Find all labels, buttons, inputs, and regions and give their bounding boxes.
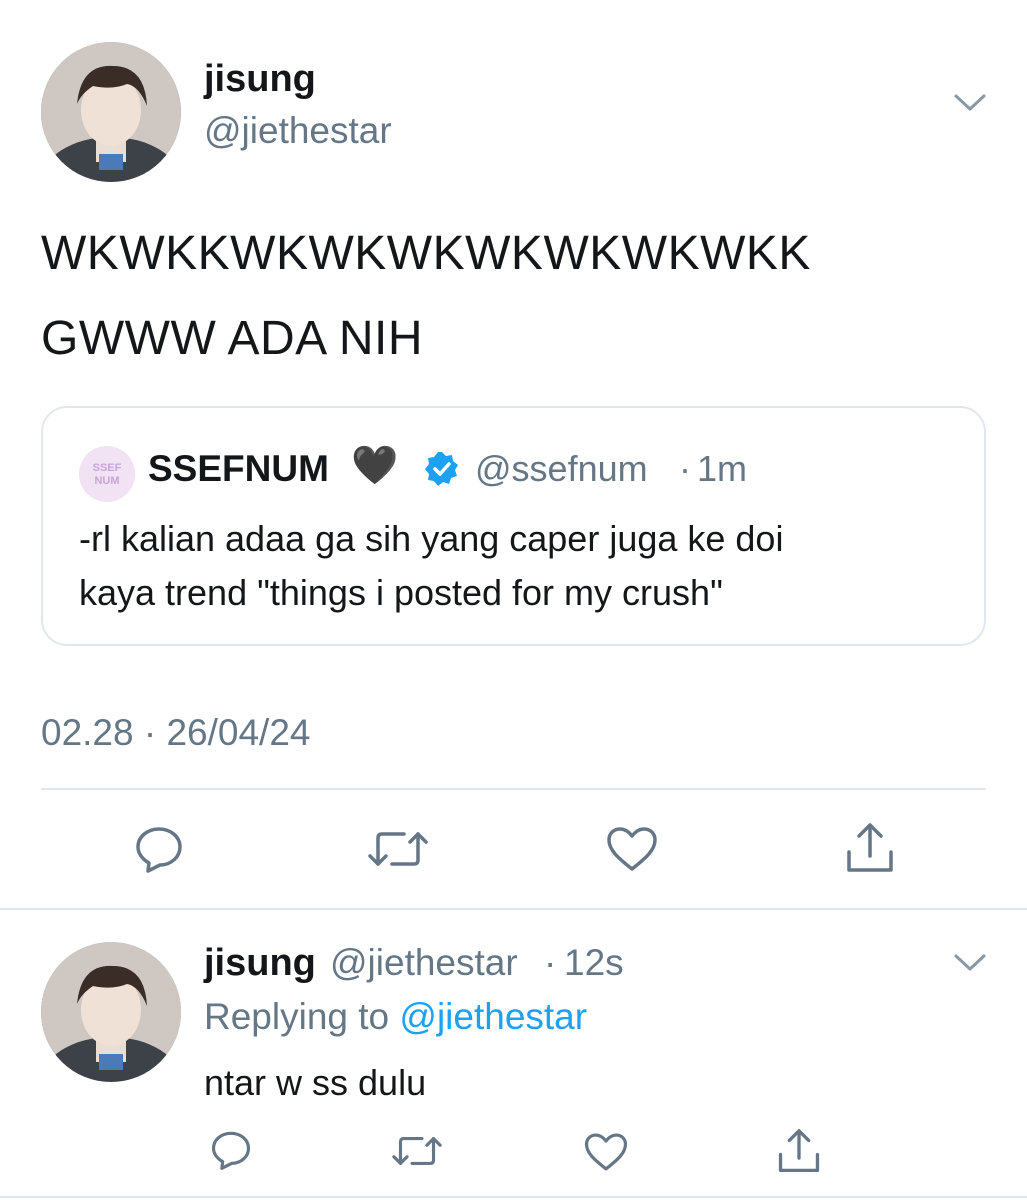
- quoted-separator: ·: [679, 448, 691, 489]
- reply-icon[interactable]: [210, 1130, 252, 1170]
- bottom-divider: [0, 1196, 1027, 1198]
- quoted-text-line-1: -rl kalian adaa ga sih yang caper juga k…: [79, 518, 784, 559]
- reply-time: 12s: [564, 942, 624, 983]
- divider: [0, 908, 1027, 910]
- replying-to-handle-link[interactable]: @jiethestar: [399, 996, 587, 1037]
- like-icon[interactable]: [584, 1132, 628, 1172]
- chevron-down-icon[interactable]: [953, 92, 987, 114]
- replying-to-line: Replying to @jiethestar: [204, 996, 587, 1038]
- quoted-text-line-2: kaya trend "things i posted for my crush…: [79, 572, 723, 613]
- reply-author-handle[interactable]: @jiethestar: [330, 942, 518, 984]
- retweet-icon[interactable]: [368, 826, 428, 872]
- tweet-timestamp[interactable]: 02.28 · 26/04/24: [41, 712, 311, 754]
- quoted-time: 1m: [697, 448, 748, 489]
- reply-text: ntar w ss dulu: [204, 1062, 427, 1103]
- avatar-photo: [41, 942, 181, 1082]
- tweet-text-line-1: WKWKKWKWKWKWKWKWKWKK: [41, 227, 811, 280]
- share-icon[interactable]: [845, 822, 895, 874]
- like-icon[interactable]: [606, 826, 658, 872]
- author-handle[interactable]: @jiethestar: [204, 110, 392, 152]
- quoted-avatar-logo: SSEF: [93, 462, 122, 474]
- reply-icon[interactable]: [134, 825, 184, 873]
- quoted-author-handle: @ssefnum: [475, 448, 648, 489]
- chevron-down-icon[interactable]: [953, 952, 987, 974]
- author-name[interactable]: jisung: [204, 58, 316, 101]
- reply-author-name[interactable]: jisung: [204, 942, 316, 985]
- heart-emoji: 🖤: [351, 445, 399, 487]
- replying-to-label: Replying to: [204, 996, 390, 1037]
- quoted-tweet-card[interactable]: SSEF NUM SSEFNUM 🖤 @ssefnum · 1m -rl kal…: [41, 406, 986, 646]
- tweet-text-line-2: GWWW ADA NIH: [41, 312, 423, 365]
- divider: [41, 788, 986, 790]
- reply-author-avatar[interactable]: [41, 942, 181, 1082]
- svg-text:NUM: NUM: [94, 475, 119, 487]
- author-avatar[interactable]: [41, 42, 181, 182]
- verified-badge-icon: [423, 450, 461, 488]
- share-icon[interactable]: [777, 1128, 821, 1174]
- reply-separator: ·: [544, 942, 557, 983]
- quoted-author-avatar: SSEF NUM: [79, 446, 135, 502]
- retweet-icon[interactable]: [392, 1132, 442, 1170]
- quoted-author-name: SSEFNUM: [148, 448, 329, 489]
- avatar-photo: [41, 42, 181, 182]
